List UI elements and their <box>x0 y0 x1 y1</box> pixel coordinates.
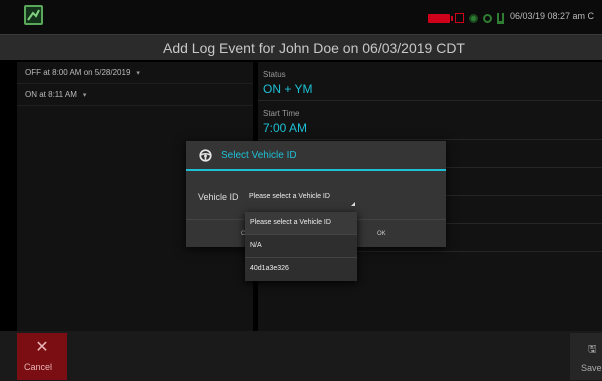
caret-down-icon: ▾ <box>82 92 87 99</box>
caret-down-icon: ▾ <box>136 70 140 77</box>
event-item-on[interactable]: ON at 8:11 AM ▾ <box>17 84 253 106</box>
dropdown-option[interactable]: N/A <box>245 235 357 258</box>
vehicle-id-label: Vehicle ID <box>198 192 239 202</box>
start-time-field[interactable]: Start Time 7:00 AM <box>258 101 602 140</box>
start-time-value: 7:00 AM <box>263 121 308 135</box>
dropdown-option[interactable]: 40d1a3e326 <box>245 258 357 281</box>
dropdown-option[interactable]: Please select a Vehicle ID <box>245 212 357 235</box>
status-field[interactable]: Status ON + YM <box>258 62 602 101</box>
status-label: Status <box>263 70 286 79</box>
app-logo-icon[interactable] <box>24 5 43 25</box>
document-icon <box>455 13 464 23</box>
steering-wheel-icon <box>199 149 212 162</box>
cancel-button-label: Cancel <box>23 362 52 372</box>
event-item-label: ON at 8:11 AM <box>25 90 77 99</box>
vehicle-id-dropdown: Please select a Vehicle ID N/A 40d1a3e32… <box>245 212 357 281</box>
dialog-ok-button[interactable]: OK <box>377 231 386 237</box>
gps-icon <box>483 13 492 23</box>
cancel-button[interactable]: ✕ Cancel <box>17 333 67 380</box>
status-icons <box>428 12 504 24</box>
dropdown-corner-icon <box>351 202 355 206</box>
status-value: ON + YM <box>263 82 313 96</box>
save-button-label: Save <box>581 363 602 373</box>
page-title: Add Log Event for John Doe on 06/03/2019… <box>163 40 465 56</box>
battery-icon <box>428 13 453 23</box>
dialog-title: Select Vehicle ID <box>221 150 297 161</box>
event-item-label: OFF at 8:00 AM on 5/28/2019 <box>25 68 131 77</box>
vehicle-id-select[interactable]: Please select a Vehicle ID <box>248 189 356 207</box>
title-bar: Add Log Event for John Doe on 06/03/2019… <box>0 34 602 60</box>
status-bar: 06/03/19 08:27 am C <box>0 0 602 34</box>
connection-icon <box>469 13 478 23</box>
status-datetime: 06/03/19 08:27 am C <box>510 11 595 21</box>
start-time-label: Start Time <box>263 109 300 118</box>
vehicle-id-selected-value: Please select a Vehicle ID <box>249 193 330 200</box>
dialog-header: Select Vehicle ID <box>186 141 446 171</box>
plug-icon <box>497 12 504 24</box>
close-icon: ✕ <box>35 339 49 356</box>
bottom-action-bar: ✕ Cancel 🖫 Save <box>0 331 602 381</box>
save-button[interactable]: 🖫 Save <box>570 333 602 380</box>
save-icon: 🖫 <box>588 344 597 355</box>
event-item-off[interactable]: OFF at 8:00 AM on 5/28/2019 ▾ <box>17 62 253 84</box>
